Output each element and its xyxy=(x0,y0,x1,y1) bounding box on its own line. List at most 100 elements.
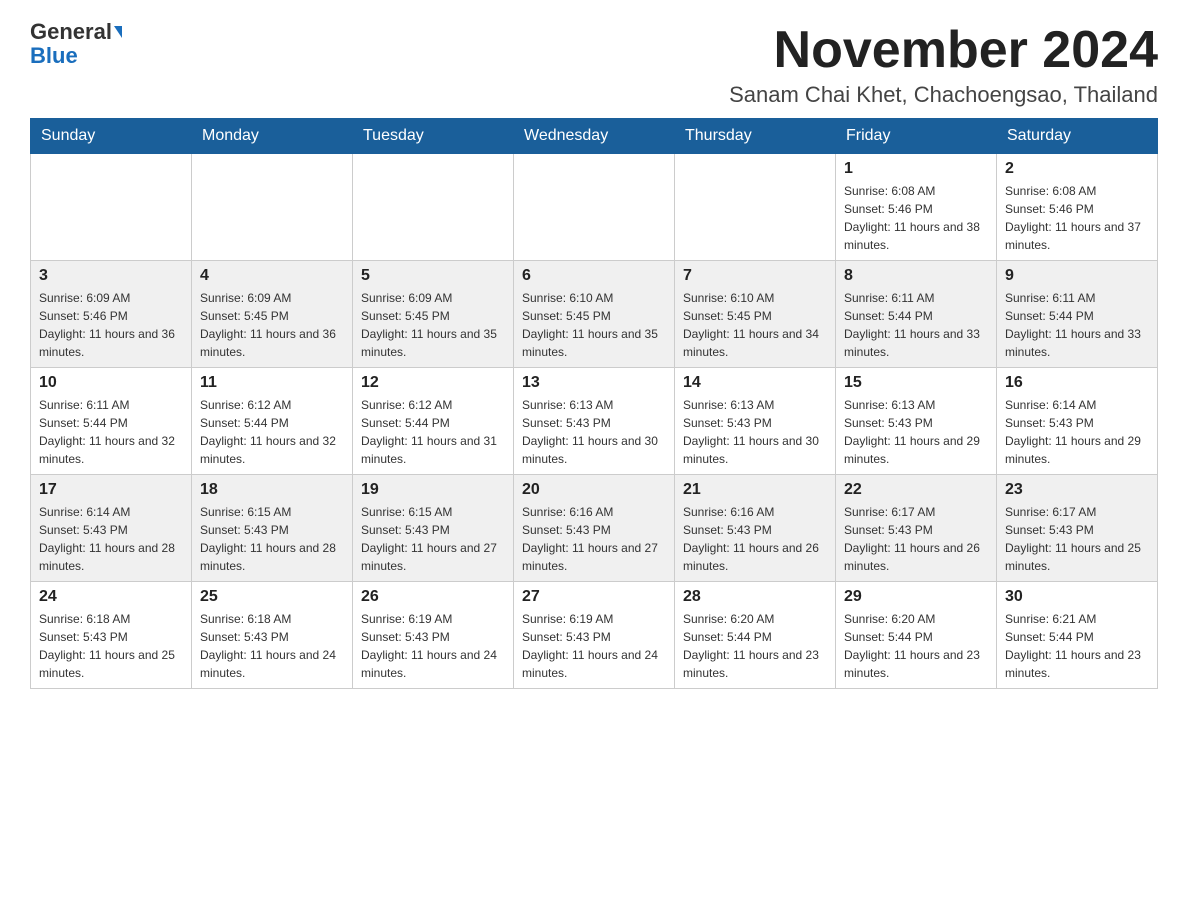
calendar-cell: 16 Sunrise: 6:14 AMSunset: 5:43 PMDayligh… xyxy=(997,368,1158,475)
calendar-cell: 24 Sunrise: 6:18 AMSunset: 5:43 PMDayligh… xyxy=(31,582,192,689)
calendar-cell xyxy=(31,154,192,261)
calendar-cell: 4Sunrise: 6:09 AMSunset: 5:45 PMDaylight… xyxy=(192,261,353,368)
day-info: Sunrise: 6:12 AMSunset: 5:44 PMDaylight:… xyxy=(361,396,505,468)
day-number: 26 xyxy=(361,588,505,606)
day-info: Sunrise: 6:11 AMSunset: 5:44 PMDaylight:… xyxy=(844,289,988,361)
calendar-cell: 14 Sunrise: 6:13 AMSunset: 5:43 PMDayligh… xyxy=(675,368,836,475)
day-number: 25 xyxy=(200,588,344,606)
day-info: Sunrise: 6:14 AMSunset: 5:43 PMDaylight:… xyxy=(39,503,183,575)
day-info: Sunrise: 6:13 AMSunset: 5:43 PMDaylight:… xyxy=(522,396,666,468)
calendar-week-row: 10 Sunrise: 6:11 AMSunset: 5:44 PMDayligh… xyxy=(31,368,1158,475)
calendar-table: Sunday Monday Tuesday Wednesday Thursday… xyxy=(30,118,1158,689)
day-number: 24 xyxy=(39,588,183,606)
day-info: Sunrise: 6:15 AMSunset: 5:43 PMDaylight:… xyxy=(361,503,505,575)
day-info: Sunrise: 6:13 AMSunset: 5:43 PMDaylight:… xyxy=(844,396,988,468)
calendar-cell: 5 Sunrise: 6:09 AMSunset: 5:45 PMDaylight… xyxy=(353,261,514,368)
day-info: Sunrise: 6:09 AMSunset: 5:46 PMDaylight:… xyxy=(39,289,183,361)
day-number: 9 xyxy=(1005,267,1149,285)
day-number: 28 xyxy=(683,588,827,606)
calendar-cell xyxy=(675,154,836,261)
calendar-cell: 8 Sunrise: 6:11 AMSunset: 5:44 PMDaylight… xyxy=(836,261,997,368)
day-number: 6 xyxy=(522,267,666,285)
calendar-week-row: 24 Sunrise: 6:18 AMSunset: 5:43 PMDayligh… xyxy=(31,582,1158,689)
day-number: 21 xyxy=(683,481,827,499)
page-header: General Blue November 2024 Sanam Chai Kh… xyxy=(30,20,1158,108)
day-info: Sunrise: 6:17 AMSunset: 5:43 PMDaylight:… xyxy=(844,503,988,575)
day-info: Sunrise: 6:19 AMSunset: 5:43 PMDaylight:… xyxy=(361,610,505,682)
day-number: 2 xyxy=(1005,160,1149,178)
day-number: 10 xyxy=(39,374,183,392)
day-number: 5 xyxy=(361,267,505,285)
calendar-cell: 1Sunrise: 6:08 AMSunset: 5:46 PMDaylight… xyxy=(836,154,997,261)
calendar-cell: 11 Sunrise: 6:12 AMSunset: 5:44 PMDayligh… xyxy=(192,368,353,475)
day-info: Sunrise: 6:20 AMSunset: 5:44 PMDaylight:… xyxy=(844,610,988,682)
day-info: Sunrise: 6:18 AMSunset: 5:43 PMDaylight:… xyxy=(39,610,183,682)
calendar-cell: 15 Sunrise: 6:13 AMSunset: 5:43 PMDayligh… xyxy=(836,368,997,475)
col-saturday: Saturday xyxy=(997,119,1158,154)
calendar-cell: 13 Sunrise: 6:13 AMSunset: 5:43 PMDayligh… xyxy=(514,368,675,475)
day-info: Sunrise: 6:15 AMSunset: 5:43 PMDaylight:… xyxy=(200,503,344,575)
day-info: Sunrise: 6:09 AMSunset: 5:45 PMDaylight:… xyxy=(200,289,344,361)
calendar-cell: 6 Sunrise: 6:10 AMSunset: 5:45 PMDaylight… xyxy=(514,261,675,368)
calendar-cell: 3 Sunrise: 6:09 AMSunset: 5:46 PMDaylight… xyxy=(31,261,192,368)
calendar-cell: 27Sunrise: 6:19 AMSunset: 5:43 PMDayligh… xyxy=(514,582,675,689)
col-wednesday: Wednesday xyxy=(514,119,675,154)
day-number: 15 xyxy=(844,374,988,392)
calendar-cell: 28 Sunrise: 6:20 AMSunset: 5:44 PMDayligh… xyxy=(675,582,836,689)
day-number: 13 xyxy=(522,374,666,392)
calendar-cell: 10 Sunrise: 6:11 AMSunset: 5:44 PMDayligh… xyxy=(31,368,192,475)
calendar-cell: 19 Sunrise: 6:15 AMSunset: 5:43 PMDayligh… xyxy=(353,475,514,582)
day-number: 11 xyxy=(200,374,344,392)
day-number: 12 xyxy=(361,374,505,392)
calendar-cell: 22 Sunrise: 6:17 AMSunset: 5:43 PMDayligh… xyxy=(836,475,997,582)
day-number: 17 xyxy=(39,481,183,499)
day-number: 16 xyxy=(1005,374,1149,392)
day-number: 30 xyxy=(1005,588,1149,606)
day-number: 3 xyxy=(39,267,183,285)
calendar-cell: 29 Sunrise: 6:20 AMSunset: 5:44 PMDayligh… xyxy=(836,582,997,689)
logo: General Blue xyxy=(30,20,122,68)
calendar-cell xyxy=(192,154,353,261)
location-title: Sanam Chai Khet, Chachoengsao, Thailand xyxy=(729,82,1158,108)
day-number: 29 xyxy=(844,588,988,606)
day-info: Sunrise: 6:14 AMSunset: 5:43 PMDaylight:… xyxy=(1005,396,1149,468)
day-info: Sunrise: 6:12 AMSunset: 5:44 PMDaylight:… xyxy=(200,396,344,468)
day-number: 22 xyxy=(844,481,988,499)
month-title: November 2024 xyxy=(729,20,1158,80)
logo-triangle-icon xyxy=(114,26,122,38)
day-info: Sunrise: 6:11 AMSunset: 5:44 PMDaylight:… xyxy=(39,396,183,468)
day-info: Sunrise: 6:19 AMSunset: 5:43 PMDaylight:… xyxy=(522,610,666,682)
day-info: Sunrise: 6:09 AMSunset: 5:45 PMDaylight:… xyxy=(361,289,505,361)
day-info: Sunrise: 6:13 AMSunset: 5:43 PMDaylight:… xyxy=(683,396,827,468)
col-monday: Monday xyxy=(192,119,353,154)
day-info: Sunrise: 6:10 AMSunset: 5:45 PMDaylight:… xyxy=(683,289,827,361)
calendar-cell: 20 Sunrise: 6:16 AMSunset: 5:43 PMDayligh… xyxy=(514,475,675,582)
day-number: 8 xyxy=(844,267,988,285)
col-thursday: Thursday xyxy=(675,119,836,154)
day-info: Sunrise: 6:21 AMSunset: 5:44 PMDaylight:… xyxy=(1005,610,1149,682)
calendar-cell xyxy=(353,154,514,261)
calendar-cell: 23 Sunrise: 6:17 AMSunset: 5:43 PMDayligh… xyxy=(997,475,1158,582)
day-number: 23 xyxy=(1005,481,1149,499)
calendar-cell: 25 Sunrise: 6:18 AMSunset: 5:43 PMDayligh… xyxy=(192,582,353,689)
day-number: 18 xyxy=(200,481,344,499)
calendar-cell: 21 Sunrise: 6:16 AMSunset: 5:43 PMDayligh… xyxy=(675,475,836,582)
day-info: Sunrise: 6:10 AMSunset: 5:45 PMDaylight:… xyxy=(522,289,666,361)
day-info: Sunrise: 6:16 AMSunset: 5:43 PMDaylight:… xyxy=(522,503,666,575)
day-info: Sunrise: 6:18 AMSunset: 5:43 PMDaylight:… xyxy=(200,610,344,682)
day-info: Sunrise: 6:16 AMSunset: 5:43 PMDaylight:… xyxy=(683,503,827,575)
col-sunday: Sunday xyxy=(31,119,192,154)
col-friday: Friday xyxy=(836,119,997,154)
day-number: 1 xyxy=(844,160,988,178)
calendar-cell xyxy=(514,154,675,261)
title-section: November 2024 Sanam Chai Khet, Chachoeng… xyxy=(729,20,1158,108)
calendar-cell: 26 Sunrise: 6:19 AMSunset: 5:43 PMDayligh… xyxy=(353,582,514,689)
calendar-week-row: 1Sunrise: 6:08 AMSunset: 5:46 PMDaylight… xyxy=(31,154,1158,261)
day-info: Sunrise: 6:11 AMSunset: 5:44 PMDaylight:… xyxy=(1005,289,1149,361)
day-info: Sunrise: 6:20 AMSunset: 5:44 PMDaylight:… xyxy=(683,610,827,682)
day-number: 14 xyxy=(683,374,827,392)
day-number: 20 xyxy=(522,481,666,499)
day-number: 19 xyxy=(361,481,505,499)
day-info: Sunrise: 6:17 AMSunset: 5:43 PMDaylight:… xyxy=(1005,503,1149,575)
calendar-cell: 17 Sunrise: 6:14 AMSunset: 5:43 PMDayligh… xyxy=(31,475,192,582)
